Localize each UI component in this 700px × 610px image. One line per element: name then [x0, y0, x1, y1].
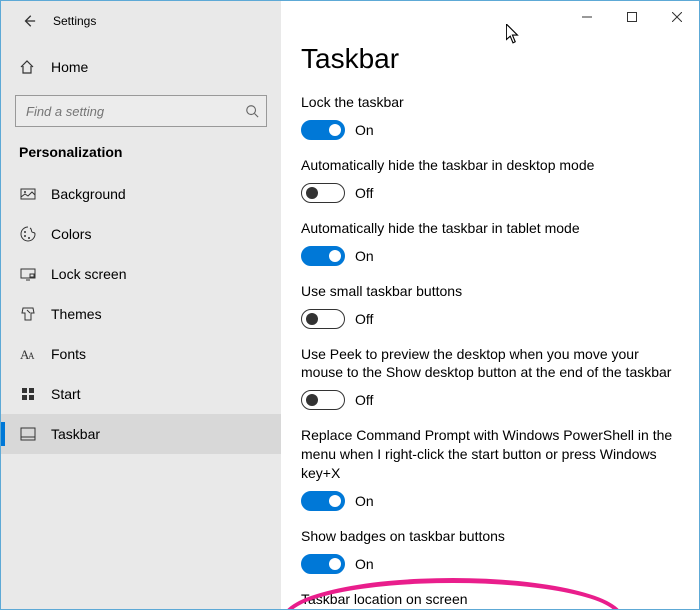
lock-screen-icon	[19, 265, 37, 283]
svg-text:A: A	[28, 351, 35, 361]
setting-label: Use Peek to preview the desktop when you…	[301, 345, 679, 383]
sidebar-item-label: Taskbar	[51, 426, 100, 442]
sidebar-item-lock-screen[interactable]: Lock screen	[1, 254, 281, 294]
sidebar-item-label: Background	[51, 186, 126, 202]
toggle-state: Off	[355, 185, 373, 201]
setting-label: Lock the taskbar	[301, 93, 679, 112]
toggle-state: On	[355, 556, 374, 572]
toggle-peek[interactable]	[301, 390, 345, 410]
toggle-state: Off	[355, 392, 373, 408]
sidebar-item-label: Fonts	[51, 346, 86, 362]
fonts-icon: AA	[19, 345, 37, 363]
setting-label: Show badges on taskbar buttons	[301, 527, 679, 546]
app-title: Settings	[53, 14, 96, 28]
toggle-badges[interactable]	[301, 554, 345, 574]
setting-label: Use small taskbar buttons	[301, 282, 679, 301]
toggle-state: On	[355, 248, 374, 264]
setting-label: Automatically hide the taskbar in tablet…	[301, 219, 679, 238]
home-nav[interactable]: Home	[1, 47, 281, 87]
setting-label: Replace Command Prompt with Windows Powe…	[301, 426, 679, 483]
sidebar-header: Settings	[1, 1, 281, 41]
sidebar-item-colors[interactable]: Colors	[1, 214, 281, 254]
sidebar-item-background[interactable]: Background	[1, 174, 281, 214]
setting-small-buttons: Use small taskbar buttons Off	[301, 282, 679, 329]
toggle-state: On	[355, 122, 374, 138]
sidebar-item-label: Start	[51, 386, 81, 402]
picture-icon	[19, 185, 37, 203]
setting-autohide-tablet: Automatically hide the taskbar in tablet…	[301, 219, 679, 266]
setting-peek: Use Peek to preview the desktop when you…	[301, 345, 679, 411]
arrow-left-icon	[22, 14, 36, 28]
setting-label: Taskbar location on screen	[301, 590, 679, 609]
start-icon	[19, 385, 37, 403]
setting-lock-taskbar: Lock the taskbar On	[301, 93, 679, 140]
search-input[interactable]	[15, 95, 267, 127]
taskbar-icon	[19, 425, 37, 443]
nav-list: Background Colors Lock screen Themes AA …	[1, 174, 281, 454]
toggle-small-buttons[interactable]	[301, 309, 345, 329]
titlebar	[281, 1, 699, 33]
search-icon	[245, 104, 259, 118]
setting-taskbar-location: Taskbar location on screen Bottom	[301, 590, 679, 609]
palette-icon	[19, 225, 37, 243]
toggle-lock-taskbar[interactable]	[301, 120, 345, 140]
home-label: Home	[51, 59, 88, 75]
content-area[interactable]: Taskbar Lock the taskbar On Automaticall…	[281, 33, 699, 609]
sidebar-item-fonts[interactable]: AA Fonts	[1, 334, 281, 374]
setting-label: Automatically hide the taskbar in deskto…	[301, 156, 679, 175]
sidebar-item-taskbar[interactable]: Taskbar	[1, 414, 281, 454]
sidebar-item-label: Themes	[51, 306, 102, 322]
section-title: Personalization	[1, 140, 281, 174]
maximize-button[interactable]	[609, 2, 654, 32]
sidebar-item-start[interactable]: Start	[1, 374, 281, 414]
sidebar: Settings Home Personalization Background…	[1, 1, 281, 609]
toggle-powershell[interactable]	[301, 491, 345, 511]
setting-badges: Show badges on taskbar buttons On	[301, 527, 679, 574]
sidebar-item-themes[interactable]: Themes	[1, 294, 281, 334]
sidebar-item-label: Colors	[51, 226, 91, 242]
search-container	[1, 87, 281, 140]
main-panel: Taskbar Lock the taskbar On Automaticall…	[281, 1, 699, 609]
minimize-button[interactable]	[564, 2, 609, 32]
setting-powershell: Replace Command Prompt with Windows Powe…	[301, 426, 679, 511]
back-button[interactable]	[9, 1, 49, 41]
setting-autohide-desktop: Automatically hide the taskbar in deskto…	[301, 156, 679, 203]
toggle-state: Off	[355, 311, 373, 327]
toggle-autohide-desktop[interactable]	[301, 183, 345, 203]
toggle-state: On	[355, 493, 374, 509]
close-button[interactable]	[654, 2, 699, 32]
sidebar-item-label: Lock screen	[51, 266, 126, 282]
home-icon	[19, 59, 37, 75]
themes-icon	[19, 305, 37, 323]
toggle-autohide-tablet[interactable]	[301, 246, 345, 266]
page-title: Taskbar	[301, 43, 679, 75]
